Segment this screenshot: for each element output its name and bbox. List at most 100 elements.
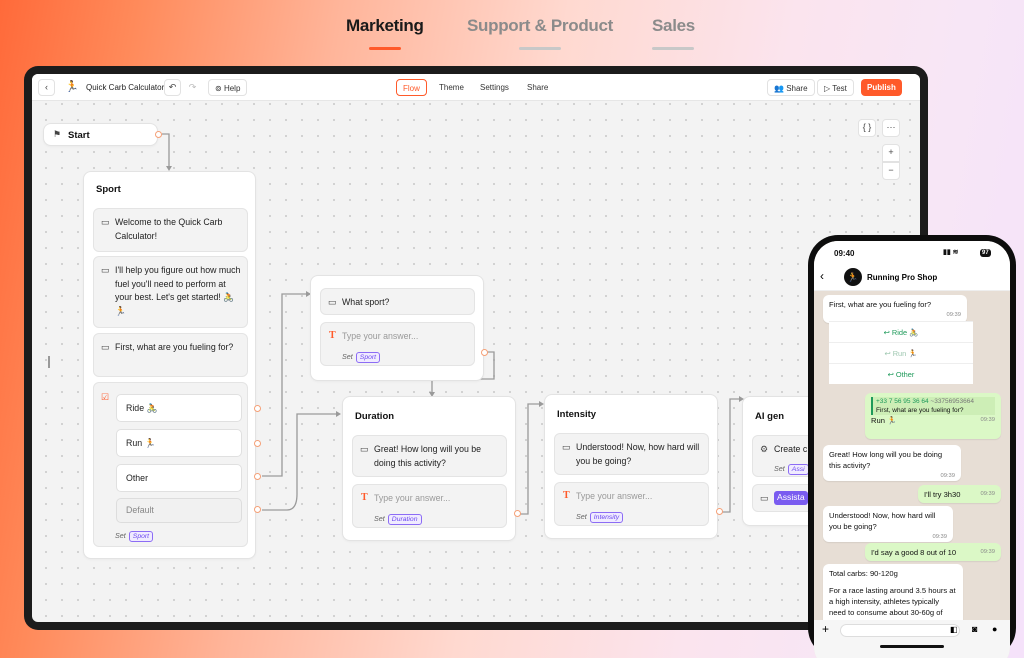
port-ride[interactable] (254, 405, 261, 412)
side-handle[interactable] (48, 356, 50, 368)
camera-icon[interactable]: ◙ (972, 624, 977, 634)
variable-chip[interactable]: Intensity (589, 512, 624, 523)
status-bar: 09:40 ▮▮ ≋ 97 (814, 241, 1010, 263)
intensity-group[interactable]: Intensity ▭ Understood! Now, how hard wi… (544, 394, 718, 539)
message-text: Great! How long will you be doing this a… (829, 450, 943, 470)
choice-other[interactable]: Other (116, 464, 242, 492)
undo-icon[interactable]: ↶ (164, 79, 181, 96)
choice-ride[interactable]: Ride 🚴 (116, 394, 242, 422)
text-bubble-what-sport[interactable]: ▭ What sport? (320, 288, 475, 315)
message-icon: ▭ (360, 444, 369, 454)
text-input-block[interactable]: T Type your answer... Set Intensity (554, 482, 709, 526)
start-node[interactable]: ⚑ Start (43, 123, 158, 146)
message-text: I'd say a good 8 out of 10 (871, 548, 957, 557)
text-bubble-intensity[interactable]: ▭ Understood! Now, how hard will you be … (554, 433, 709, 475)
publish-button[interactable]: Publish (861, 79, 902, 96)
text-input-icon: T (361, 492, 368, 503)
duration-group[interactable]: Duration ▭ Great! How long will you be d… (342, 396, 516, 541)
quoted-tilde: ~33756953664 (930, 398, 974, 405)
message-bubble: Great! How long will you be doing this a… (823, 445, 961, 481)
message-icon: ▭ (101, 265, 110, 275)
buttons-input-block[interactable]: ☑ Ride 🚴 Run 🏃 Other Default Set Sport (93, 382, 248, 547)
tab-settings[interactable]: Settings (474, 79, 515, 96)
reply-button-ride[interactable]: ↩ Ride 🚴 (829, 321, 973, 342)
bubble-text: First, what are you fueling for? (115, 342, 234, 352)
text-input-block[interactable]: T Type your answer... Set Duration (352, 484, 507, 528)
start-port[interactable] (155, 131, 162, 138)
signal-icon: ▮▮ ≋ (943, 249, 959, 256)
message-text: Run 🏃 (871, 416, 897, 425)
message-time: 09:39 (980, 491, 995, 497)
tab-theme[interactable]: Theme (433, 79, 470, 96)
group-title: Duration (355, 411, 395, 422)
message-icon: ▭ (101, 342, 110, 352)
what-sport-port[interactable] (481, 349, 488, 356)
share-button[interactable]: 👥 Share (767, 79, 815, 96)
choice-default[interactable]: Default (116, 498, 242, 523)
reply-icon: ↩ (887, 370, 896, 379)
group-title: AI gen (755, 411, 785, 422)
variable-chip[interactable]: Duration (387, 514, 422, 525)
test-button[interactable]: ▷ Test (817, 79, 854, 96)
more-button[interactable]: ··· (882, 119, 900, 137)
button-label: Ride 🚴 (891, 328, 919, 337)
avatar[interactable]: 🏃 (844, 268, 862, 286)
port-default[interactable] (254, 506, 261, 513)
help-icon: ⊚ (215, 84, 224, 93)
play-icon: ▷ (824, 84, 833, 93)
message-bubble: I'll try 3h30 09:39 (918, 485, 1001, 503)
variable-chip[interactable]: Sport (355, 352, 381, 363)
sticker-icon[interactable]: ◧ (950, 625, 958, 634)
plus-icon[interactable]: + (822, 622, 829, 636)
message-input[interactable] (840, 624, 960, 637)
text-bubble-intro[interactable]: ▭ I'll help you figure out how much fuel… (93, 256, 248, 328)
text-bubble-question[interactable]: ▭ First, what are you fueling for? (93, 333, 248, 377)
text-bubble-duration[interactable]: ▭ Great! How long will you be doing this… (352, 435, 507, 477)
port-run[interactable] (254, 440, 261, 447)
tab-label: Marketing (346, 16, 424, 35)
chevron-left-icon[interactable]: ‹ (38, 79, 55, 96)
tab-sales[interactable]: Sales (652, 16, 695, 50)
message-text: I'll try 3h30 (924, 490, 961, 499)
button-label: Other (895, 370, 915, 379)
port-other[interactable] (254, 473, 261, 480)
code-button[interactable]: { } (858, 119, 876, 137)
duration-port[interactable] (514, 510, 521, 517)
back-icon[interactable]: ‹ (820, 269, 824, 283)
zoom-out-button[interactable]: − (882, 162, 900, 180)
help-button[interactable]: ⊚ Help (208, 79, 248, 96)
mic-icon[interactable]: ● (992, 624, 997, 634)
text-input-block[interactable]: T Type your answer... Set Sport (320, 322, 475, 366)
openai-icon: ⚙ (760, 444, 769, 454)
choice-run[interactable]: Run 🏃 (116, 429, 242, 457)
sport-group[interactable]: Sport ▭ Welcome to the Quick Carb Calcul… (83, 171, 256, 559)
bot-name[interactable]: Quick Carb Calculator (80, 79, 170, 96)
reply-button-other[interactable]: ↩ Other (829, 363, 973, 384)
tab-marketing[interactable]: Marketing (346, 16, 424, 50)
tab-support-product[interactable]: Support & Product (467, 16, 613, 50)
chat-input-bar: + ◧ ◙ ● (814, 620, 1010, 658)
tab-flow[interactable]: Flow (396, 79, 427, 96)
variable-chip[interactable]: Assi (787, 464, 809, 475)
redo-icon[interactable]: ↷ (184, 79, 201, 96)
set-variable: Set Sport (115, 529, 154, 543)
set-variable: Set Sport (342, 350, 381, 364)
tab-share[interactable]: Share (521, 79, 554, 96)
zoom-in-button[interactable]: + (882, 144, 900, 162)
editor-toolbar: ‹ 🏃 Quick Carb Calculator ↶ ↷ ⊚ Help Flo… (32, 74, 920, 101)
battery-icon: 97 (980, 249, 991, 257)
variable-chip[interactable]: Assista (774, 491, 808, 505)
edge-intensity-aigen (721, 398, 741, 513)
tab-underline (652, 47, 695, 50)
contact-name[interactable]: Running Pro Shop (867, 273, 937, 282)
message-icon: ▭ (101, 217, 110, 227)
text-bubble-welcome[interactable]: ▭ Welcome to the Quick Carb Calculator! (93, 208, 248, 252)
clock: 09:40 (834, 249, 855, 258)
reply-button-run[interactable]: ↩ Run 🏃 (829, 342, 973, 363)
tab-label: Support & Product (467, 16, 613, 35)
what-sport-group[interactable]: ▭ What sport? T Type your answer... Set S… (310, 275, 484, 381)
flow-canvas[interactable]: ‹ 🏃 Quick Carb Calculator ↶ ↷ ⊚ Help Flo… (32, 74, 920, 622)
intensity-port[interactable] (716, 508, 723, 515)
variable-chip[interactable]: Sport (128, 531, 154, 542)
tab-underline (368, 47, 401, 50)
